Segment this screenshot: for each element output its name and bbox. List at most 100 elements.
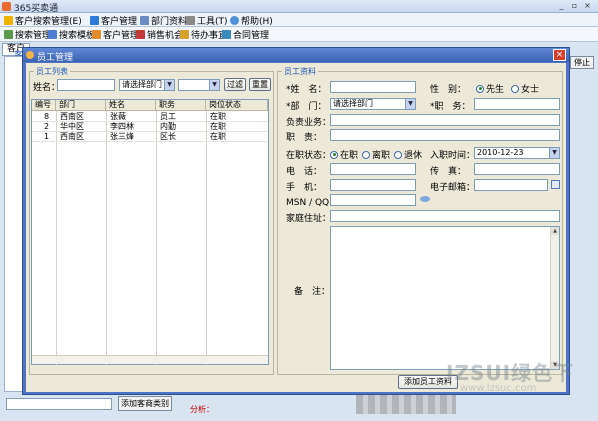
address-input[interactable] bbox=[330, 210, 560, 222]
dialog-title: 员工管理 bbox=[37, 53, 74, 63]
chevron-down-icon[interactable]: ▼ bbox=[549, 148, 559, 158]
menu-department[interactable]: 部门资料 bbox=[140, 14, 188, 27]
employee-detail-legend: 员工资料 bbox=[282, 66, 318, 77]
chevron-down-icon[interactable]: ▼ bbox=[164, 80, 174, 90]
dialog-close-button[interactable]: × bbox=[553, 49, 566, 61]
menu-label: 部门资料 bbox=[151, 16, 188, 27]
name-input[interactable] bbox=[330, 81, 416, 93]
gender-female-label: 女士 bbox=[521, 85, 540, 95]
business-input[interactable] bbox=[330, 114, 560, 126]
building-icon bbox=[140, 15, 149, 25]
toolbar-todo[interactable]: 待办事宜 bbox=[180, 29, 227, 41]
email-label: 电子邮箱： bbox=[430, 183, 476, 193]
position-input[interactable] bbox=[474, 98, 560, 110]
restore-button[interactable]: ▫ bbox=[569, 1, 580, 11]
chat-icon[interactable] bbox=[420, 196, 430, 202]
column-divider bbox=[56, 111, 57, 365]
reset-button[interactable]: 重置 bbox=[249, 78, 271, 91]
phone-input[interactable] bbox=[330, 163, 416, 175]
blurred-status-area bbox=[356, 394, 456, 414]
cell-position[interactable]: 区长 bbox=[160, 132, 176, 141]
close-app-button[interactable]: × bbox=[582, 1, 593, 11]
cell-name[interactable]: 张三烽 bbox=[110, 132, 134, 141]
app-titlebar: 365买卖通 _ ▫ × bbox=[0, 0, 598, 14]
minimize-button[interactable]: _ bbox=[556, 1, 567, 11]
column-divider bbox=[206, 111, 207, 365]
email-input[interactable] bbox=[474, 179, 548, 191]
list-department-select[interactable]: 请选择部门 ▼ bbox=[119, 79, 175, 91]
fax-input[interactable] bbox=[474, 163, 560, 175]
filter-button[interactable]: 过滤 bbox=[224, 78, 246, 91]
menu-customer-search[interactable]: 客户搜索管理(E) bbox=[4, 14, 82, 27]
cell-name[interactable]: 张薇 bbox=[110, 112, 126, 121]
gender-male-label: 先生 bbox=[486, 85, 505, 95]
toolbar-customer-manage[interactable]: 客户管理 bbox=[92, 29, 139, 41]
cell-id[interactable]: 1 bbox=[44, 132, 49, 141]
radio-icon bbox=[362, 150, 370, 159]
mobile-input[interactable] bbox=[330, 179, 416, 191]
menu-customer-manage[interactable]: 客户管理 bbox=[90, 14, 138, 27]
phone-label: 电 话： bbox=[286, 167, 323, 177]
chevron-down-icon[interactable]: ▼ bbox=[209, 80, 219, 90]
duty-label: 职 责： bbox=[286, 133, 323, 143]
list-name-input[interactable] bbox=[57, 79, 115, 91]
gender-female-radio[interactable]: 女士 bbox=[511, 82, 539, 95]
toolbar-sales-opportunity[interactable]: 销售机会 bbox=[136, 29, 184, 41]
status-retired-radio[interactable]: 退休 bbox=[394, 148, 422, 161]
column-header-status[interactable]: 岗位状态 bbox=[206, 100, 268, 111]
cell-status[interactable]: 在职 bbox=[210, 132, 226, 141]
radio-selected-icon bbox=[476, 84, 484, 93]
column-header-department[interactable]: 部门 bbox=[56, 100, 106, 111]
status-label: 在职状态： bbox=[286, 151, 332, 161]
menu-label: 客户管理 bbox=[101, 16, 138, 27]
list-department-value: 请选择部门 bbox=[122, 80, 162, 89]
toolbar: 搜索管理 搜索模板 客户管理 销售机会 待办事宜 合同管理 bbox=[0, 27, 598, 42]
customer-type-input[interactable] bbox=[6, 398, 112, 410]
remark-scrollbar[interactable]: ▲ ▼ bbox=[550, 227, 559, 369]
cell-status[interactable]: 在职 bbox=[210, 122, 226, 131]
table-horizontal-scrollbar[interactable] bbox=[32, 355, 268, 364]
status-retired-label: 退休 bbox=[404, 151, 423, 161]
cell-id[interactable]: 2 bbox=[44, 122, 49, 131]
cell-status[interactable]: 在职 bbox=[210, 112, 226, 121]
cell-department[interactable]: 西南区 bbox=[60, 132, 84, 141]
dialog-icon bbox=[26, 51, 34, 59]
add-customer-type-button[interactable]: 添加客商类别 bbox=[118, 396, 172, 411]
remark-textarea[interactable]: ▲ ▼ bbox=[330, 226, 560, 370]
stop-button[interactable]: 停止 bbox=[570, 56, 594, 69]
position-label: *职 务： bbox=[430, 102, 471, 112]
toolbar-label: 销售机会 bbox=[147, 31, 184, 41]
join-date-picker[interactable]: 2010-12-23 ▼ bbox=[474, 147, 560, 159]
cell-id[interactable]: 8 bbox=[44, 112, 49, 121]
duty-input[interactable] bbox=[330, 129, 560, 141]
status-active-radio[interactable]: 在职 bbox=[330, 148, 358, 161]
toolbar-contract[interactable]: 合同管理 bbox=[222, 29, 269, 41]
gender-male-radio[interactable]: 先生 bbox=[476, 82, 504, 95]
status-resigned-radio[interactable]: 离职 bbox=[362, 148, 390, 161]
cell-name[interactable]: 李四林 bbox=[110, 122, 134, 131]
menu-help[interactable]: 帮助(H) bbox=[230, 14, 273, 27]
msn-qq-input[interactable] bbox=[330, 194, 416, 206]
employee-list-legend: 员工列表 bbox=[34, 66, 70, 77]
toolbar-search-template[interactable]: 搜索模板 bbox=[48, 29, 95, 41]
column-header-id[interactable]: 编号 bbox=[32, 100, 56, 111]
cell-position[interactable]: 内勤 bbox=[160, 122, 176, 131]
cell-department[interactable]: 华中区 bbox=[60, 122, 84, 131]
menu-label: 帮助(H) bbox=[241, 16, 273, 27]
department-select[interactable]: 请选择部门 ▼ bbox=[330, 98, 416, 110]
chevron-down-icon[interactable]: ▼ bbox=[405, 99, 415, 109]
toolbar-search-manage[interactable]: 搜索管理 bbox=[4, 29, 51, 41]
customer-icon bbox=[92, 30, 101, 39]
column-header-name[interactable]: 姓名 bbox=[106, 100, 156, 111]
name-label: *姓 名： bbox=[286, 85, 327, 95]
fax-label: 传 真： bbox=[430, 167, 467, 177]
cell-department[interactable]: 西南区 bbox=[60, 112, 84, 121]
tools-icon bbox=[186, 15, 195, 25]
scroll-up-icon[interactable]: ▲ bbox=[551, 227, 559, 235]
cell-position[interactable]: 员工 bbox=[160, 112, 176, 121]
email-folder-icon[interactable] bbox=[551, 180, 560, 189]
menu-tools[interactable]: 工具(T) bbox=[186, 14, 228, 27]
column-header-position[interactable]: 职务 bbox=[156, 100, 206, 111]
list-status-select[interactable]: ▼ bbox=[178, 79, 220, 91]
department-value: 请选择部门 bbox=[333, 99, 373, 108]
